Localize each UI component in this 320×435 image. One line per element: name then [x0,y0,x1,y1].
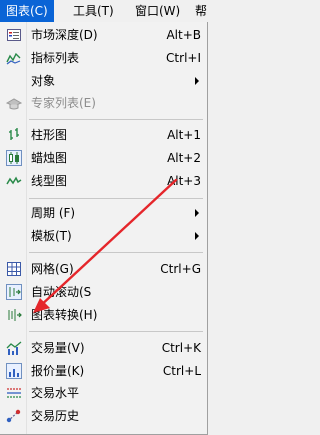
menu-item-label: 周期 (F) [31,206,76,220]
menu-item-indicator-list[interactable]: 指标列表 Ctrl+I [0,47,207,69]
menu-help[interactable]: 帮 [189,0,213,22]
menu-item-volume[interactable]: 交易量(V) Ctrl+K [0,337,207,359]
line-chart-icon [6,173,22,189]
menu-item-label: 蜡烛图 [31,151,68,165]
menu-item-label: 柱形图 [31,128,68,142]
menu-bar: 图表(C) 工具(T) 窗口(W) 帮 [0,0,208,23]
menu-item-label: 网格(G) [31,262,74,276]
menu-item-trade-history[interactable]: 交易历史 [0,405,207,427]
menu-separator [29,198,203,199]
menu-item-bar-chart[interactable]: 柱形图 Alt+1 [0,124,207,146]
menu-item-label: 自动滚动(S [31,285,92,299]
candlestick-icon [6,150,22,166]
bar-chart-icon [6,127,22,143]
menu-item-candlestick[interactable]: 蜡烛图 Alt+2 [0,147,207,169]
market-depth-icon [6,27,22,43]
menu-item-template[interactable]: 模板(T) [0,225,207,247]
menu-item-label: 市场深度(D) [31,28,98,42]
menu-item-timeframe[interactable]: 周期 (F) [0,202,207,224]
menu-item-shortcut: Ctrl+G [160,262,201,276]
volume-icon [6,340,22,356]
expert-hat-icon [5,95,23,111]
menu-item-tick-volume[interactable]: 报价量(K) Ctrl+L [0,360,207,382]
submenu-arrow-icon [195,209,199,217]
menu-item-label: 交易量(V) [31,341,85,355]
menu-item-shortcut: Ctrl+K [161,341,201,355]
menu-item-label: 对象 [31,74,56,88]
menu-item-objects[interactable]: 对象 [0,70,207,92]
menu-separator [29,252,203,253]
submenu-arrow-icon [195,232,199,240]
menu-item-auto-scroll[interactable]: 自动滚动(S [0,281,207,303]
menu-separator [29,119,203,120]
menu-item-label: 专家列表(E) [31,96,96,110]
menu-item-expert-list: 专家列表(E) [0,92,207,114]
menu-item-label: 线型图 [31,174,68,188]
trade-history-icon [6,408,22,424]
auto-scroll-icon [6,284,22,300]
grid-icon [6,261,22,277]
chart-shift-icon [6,307,22,323]
menu-item-label: 交易水平 [31,386,80,400]
menu-item-market-depth[interactable]: 市场深度(D) Alt+B [0,24,207,46]
menu-window[interactable]: 窗口(W) [129,0,186,22]
menu-chart[interactable]: 图表(C) [0,0,54,22]
menu-item-trade-levels[interactable]: 交易水平 [0,382,207,404]
menu-item-shortcut: Alt+2 [167,151,201,165]
menu-item-label: 模板(T) [31,229,72,243]
menu-item-shortcut: Alt+1 [167,128,201,142]
menu-item-grid[interactable]: 网格(G) Ctrl+G [0,258,207,280]
menu-item-shortcut: Ctrl+L [162,364,201,378]
indicator-list-icon [6,50,22,66]
menu-separator [29,331,203,332]
menu-tools[interactable]: 工具(T) [67,0,120,22]
menu-item-shortcut: Alt+3 [167,174,201,188]
tick-volume-icon [6,363,22,379]
submenu-arrow-icon [195,77,199,85]
menu-item-label: 交易历史 [31,409,80,423]
menu-item-shortcut: Ctrl+I [166,51,201,65]
trade-levels-icon [6,385,22,401]
menu-item-line-chart[interactable]: 线型图 Alt+3 [0,170,207,192]
menu-item-label: 报价量(K) [31,364,85,378]
menu-item-shortcut: Alt+B [166,28,201,42]
menu-item-label: 指标列表 [31,51,80,65]
menu-item-chart-shift[interactable]: 图表转换(H) [0,304,207,326]
menu-item-label: 图表转换(H) [31,308,98,322]
